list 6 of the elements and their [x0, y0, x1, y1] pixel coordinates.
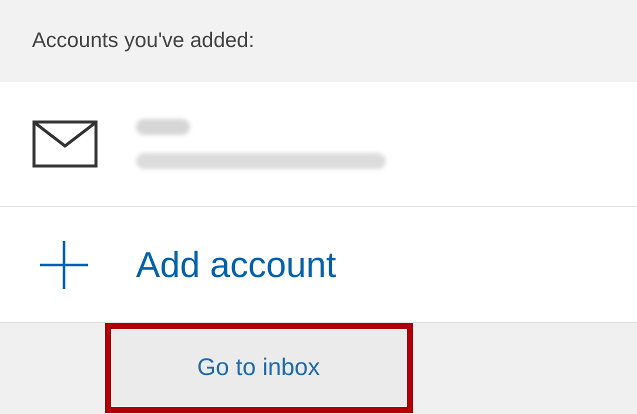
plus-icon [40, 240, 88, 288]
mail-icon [32, 120, 98, 168]
add-account-link[interactable]: Add account [0, 207, 637, 322]
blurred-name [136, 119, 190, 135]
go-to-inbox-button[interactable]: Go to inbox [110, 329, 406, 407]
header-title: Accounts you've added: [32, 28, 254, 54]
